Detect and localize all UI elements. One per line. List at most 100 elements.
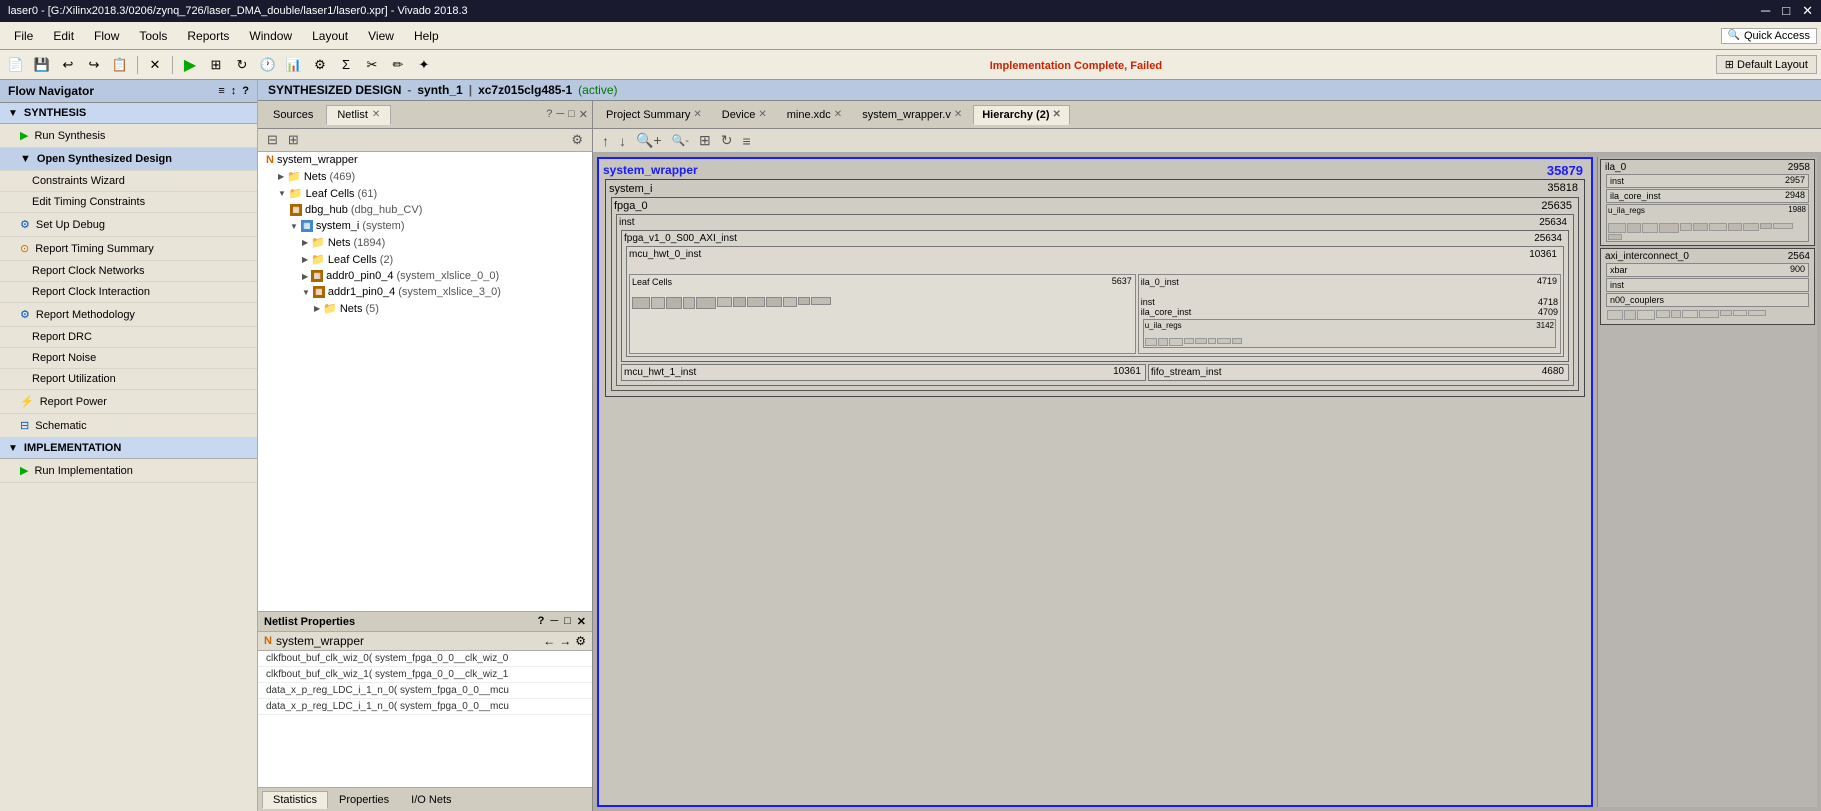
sigma-btn[interactable]: Σ [334,54,358,76]
tree-leaf-cells[interactable]: ▼ 📁 Leaf Cells (61) [258,185,592,202]
sources-tab[interactable]: Sources [262,105,324,125]
io-nets-tab[interactable]: I/O Nets [400,791,462,809]
tree-dbg-hub[interactable]: ▦ dbg_hub (dbg_hub_CV) [258,202,592,218]
run-synthesis-item[interactable]: ▶ Run Synthesis [0,124,257,148]
menu-tools[interactable]: Tools [129,27,177,45]
cut-btn[interactable]: ✂ [360,54,384,76]
props-back-btn[interactable]: ← [543,634,555,648]
project-summary-tab[interactable]: Project Summary ✕ [597,105,711,125]
props-min-icon[interactable]: ─ [550,615,558,628]
redo-btn[interactable]: ↪ [82,54,106,76]
hier-zoom-out-btn[interactable]: 🔍- [669,133,692,148]
system-wrapper-v-close[interactable]: ✕ [954,109,962,120]
close-btn[interactable]: ✕ [1802,3,1813,19]
set-up-debug-item[interactable]: ⚙ Set Up Debug [0,213,257,237]
tab-minimize-icon[interactable]: ─ [556,108,564,121]
flow-nav-help-icon[interactable]: ? [242,85,249,97]
menu-window[interactable]: Window [239,27,302,45]
report-utilization-item[interactable]: Report Utilization [0,369,257,390]
tree-syst-leaf[interactable]: ▶ 📁 Leaf Cells (2) [258,251,592,268]
mine-xdc-close[interactable]: ✕ [834,109,842,120]
props-fwd-btn[interactable]: → [559,634,571,648]
synthesis-header[interactable]: ▼ SYNTHESIS [0,103,257,124]
new-btn[interactable]: 📄 [4,54,28,76]
tree-nets5[interactable]: ▶ 📁 Nets (5) [258,300,592,317]
tree-system-i[interactable]: ▼ ▦ system_i (system) [258,218,592,234]
hier-zoom-in-btn[interactable]: 🔍+ [633,131,665,150]
tree-syst-nets[interactable]: ▶ 📁 Nets (1894) [258,234,592,251]
hier-refresh-btn[interactable]: ↻ [718,131,736,150]
props-help-icon[interactable]: ? [538,615,545,628]
menu-layout[interactable]: Layout [302,27,358,45]
maximize-btn[interactable]: □ [1782,3,1790,19]
settings-btn[interactable]: ⚙ [308,54,332,76]
netlist-tab-close[interactable]: ✕ [372,109,380,120]
system-wrapper-v-tab[interactable]: system_wrapper.v ✕ [853,105,971,125]
properties-tab[interactable]: Properties [328,791,400,809]
tab-restore-icon[interactable]: □ [568,108,575,121]
star-btn[interactable]: ✦ [412,54,436,76]
edit2-btn[interactable]: ✏ [386,54,410,76]
hierarchy-tab[interactable]: Hierarchy (2) ✕ [973,105,1070,125]
flow-nav-minimize-icon[interactable]: ≡ [218,85,224,97]
flow-nav-restore-icon[interactable]: ↕ [231,85,237,97]
hierarchy-close[interactable]: ✕ [1053,109,1061,120]
netlist-settings-btn[interactable]: ⚙ [568,131,586,149]
hier-settings-btn[interactable]: ≡ [739,132,753,150]
props-settings-btn[interactable]: ⚙ [575,634,586,648]
netlist-props-content[interactable]: clkfbout_buf_clk_wiz_0( system_fpga_0_0_… [258,651,592,787]
tree-addr1[interactable]: ▼ ▦ addr1_pin0_4 (system_xlslice_3_0) [258,284,592,300]
copy-btn[interactable]: 📋 [108,54,132,76]
default-layout-btn[interactable]: ⊞ Default Layout [1716,55,1817,74]
netlist-tab[interactable]: Netlist ✕ [326,105,391,125]
tree-addr0[interactable]: ▶ ▦ addr0_pin0_4 (system_xlslice_0_0) [258,268,592,284]
hier-up-btn[interactable]: ↑ [599,132,612,150]
run-impl-item[interactable]: ▶ Run Implementation [0,459,257,483]
device-close[interactable]: ✕ [758,109,766,120]
report-methodology-item[interactable]: ⚙ Report Methodology [0,303,257,327]
device-tab[interactable]: Device ✕ [713,105,776,125]
props-max-icon[interactable]: □ [564,615,571,628]
clock-btn[interactable]: 🕐 [256,54,280,76]
menu-view[interactable]: View [358,27,404,45]
schematic-item[interactable]: ⊟ Schematic [0,414,257,438]
tab-help-icon[interactable]: ? [546,108,552,121]
menu-reports[interactable]: Reports [177,27,239,45]
tree-nets[interactable]: ▶ 📁 Nets (469) [258,168,592,185]
delete-btn[interactable]: ✕ [143,54,167,76]
menu-help[interactable]: Help [404,27,449,45]
undo-btn[interactable]: ↩ [56,54,80,76]
report-drc-item[interactable]: Report DRC [0,327,257,348]
report-clock-networks-item[interactable]: Report Clock Networks [0,261,257,282]
hier-fit-btn[interactable]: ⊞ [696,131,714,150]
netlist-expand-btn[interactable]: ⊞ [285,131,302,149]
open-synth-design-item[interactable]: ▼ Open Synthesized Design [0,148,257,171]
edit-timing-item[interactable]: Edit Timing Constraints [0,192,257,213]
constraints-wizard-item[interactable]: Constraints Wizard [0,171,257,192]
prog-btn[interactable]: ⊞ [204,54,228,76]
props-close-icon[interactable]: ✕ [577,615,586,628]
hier-view[interactable]: system_wrapper 35879 system_i 35818 fpga… [593,153,1821,811]
save-btn[interactable]: 💾 [30,54,54,76]
menu-edit[interactable]: Edit [43,27,84,45]
tab-close-icon[interactable]: ✕ [579,108,588,121]
report-power-item[interactable]: ⚡ Report Power [0,390,257,414]
netlist-tree[interactable]: N system_wrapper ▶ 📁 Nets (469) ▼ 📁 Leaf… [258,152,592,611]
refresh-btn[interactable]: ↻ [230,54,254,76]
flow-nav-scroll[interactable]: ▼ SYNTHESIS ▶ Run Synthesis ▼ Open Synth… [0,103,257,811]
report-timing-item[interactable]: ⊙ Report Timing Summary [0,237,257,261]
report-btn[interactable]: 📊 [282,54,306,76]
mine-xdc-tab[interactable]: mine.xdc ✕ [778,105,851,125]
quick-access-bar[interactable]: Quick Access [1721,28,1817,44]
project-summary-close[interactable]: ✕ [693,109,701,120]
statistics-tab[interactable]: Statistics [262,791,328,809]
menu-file[interactable]: File [4,27,43,45]
hier-down-btn[interactable]: ↓ [616,132,629,150]
tree-root[interactable]: N system_wrapper [258,152,592,168]
minimize-btn[interactable]: ─ [1761,3,1770,19]
menu-flow[interactable]: Flow [84,27,129,45]
run-btn[interactable]: ▶ [178,54,202,76]
report-noise-item[interactable]: Report Noise [0,348,257,369]
netlist-collapse-all-btn[interactable]: ⊟ [264,131,281,149]
implementation-header[interactable]: ▼ IMPLEMENTATION [0,438,257,459]
